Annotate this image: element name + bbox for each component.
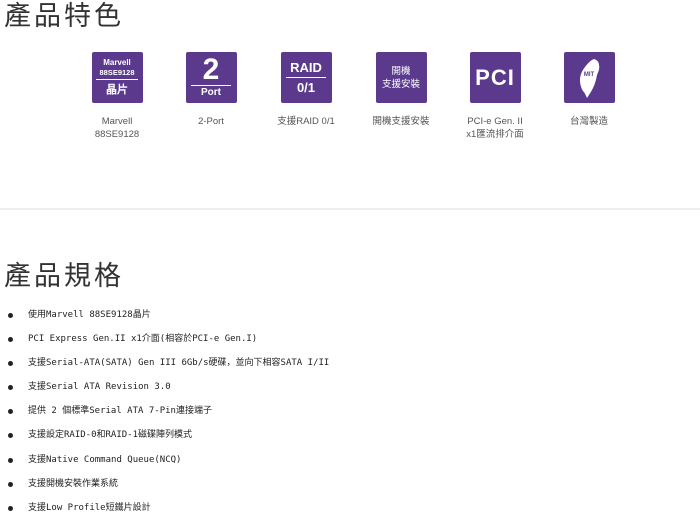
- mit-label: MIT: [583, 72, 594, 78]
- chip-badge-icon: Marvell 88SE9128 晶片: [91, 52, 143, 103]
- feature-caption-chip: Marvell 88SE9128: [94, 116, 140, 140]
- bullet-icon: [8, 361, 13, 367]
- taiwan-silhouette: MIT: [579, 59, 599, 98]
- boot-badge-line1: 開機: [391, 65, 411, 77]
- spec-text: 使用Marvell 88SE9128晶片: [28, 310, 151, 320]
- feature-caption-taiwan: 台灣製造: [569, 116, 608, 127]
- feature-ports: 2 Port 2-Port: [156, 52, 266, 128]
- spec-text: 支援Low Profile短鐵片設計: [28, 502, 151, 513]
- bullet-icon: [8, 481, 13, 487]
- spec-text: 支援開機安裝作業系統: [28, 478, 119, 489]
- boot-badge-line2: 支援安裝: [381, 78, 420, 90]
- specs-title: 產品規格: [4, 261, 124, 292]
- chip-badge-line2: 88SE9128: [99, 68, 135, 77]
- bullet-icon: [8, 409, 13, 415]
- spec-text: 支援設定RAID-0和RAID-1磁碟陣列模式: [28, 430, 193, 441]
- bullet-icon: [8, 433, 13, 439]
- pci-badge-icon: PCI: [469, 52, 521, 103]
- feature-caption-ports: 2-Port: [198, 116, 224, 127]
- spec-text: 支援Serial-ATA(SATA) Gen III 6Gb/s硬碟，並向下相容…: [28, 358, 330, 369]
- raid-badge-line1: RAID: [290, 60, 322, 75]
- taiwan-map-icon: MIT: [563, 52, 615, 103]
- feature-caption-pci: PCI-e Gen. II x1匯流排介面: [466, 116, 524, 140]
- port-label: Port: [201, 87, 221, 98]
- feature-icons-row: Marvell 88SE9128 晶片 Marvell 88SE9128 2 P…: [0, 52, 700, 152]
- raid-badge-line2: 0/1: [296, 80, 316, 95]
- port-count: 2: [202, 53, 220, 86]
- bullet-icon: [8, 313, 13, 318]
- raid-badge-icon: RAID 0/1: [280, 52, 332, 103]
- feature-taiwan: MIT 台灣製造: [534, 52, 644, 128]
- features-title: 產品特色: [4, 1, 124, 32]
- bullet-icon: [8, 385, 13, 391]
- spec-text: 提供 2 個標準Serial ATA 7-Pin連接端子: [28, 406, 212, 417]
- feature-caption-raid: 支援RAID 0/1: [277, 116, 335, 127]
- chip-badge-line1: Marvell: [103, 58, 131, 67]
- bullet-icon: [8, 505, 13, 511]
- section-divider: [0, 208, 700, 210]
- pci-badge-text: PCI: [475, 64, 515, 90]
- feature-caption-boot: 開機支援安裝: [372, 116, 430, 127]
- bullet-icon: [8, 457, 13, 463]
- feature-raid: RAID 0/1 支援RAID 0/1: [251, 52, 361, 128]
- spec-text: 支援Serial ATA Revision 3.0: [28, 382, 171, 393]
- spec-text: 支援Native Command Queue(NCQ): [28, 454, 182, 465]
- bullet-icon: [8, 337, 13, 343]
- boot-badge-icon: 開機 支援安裝: [375, 52, 427, 103]
- spec-text: PCI Express Gen.II x1介面(相容於PCI-e Gen.I): [28, 334, 258, 345]
- two-port-badge-icon: 2 Port: [185, 52, 237, 103]
- chip-badge-line3: 晶片: [106, 83, 128, 96]
